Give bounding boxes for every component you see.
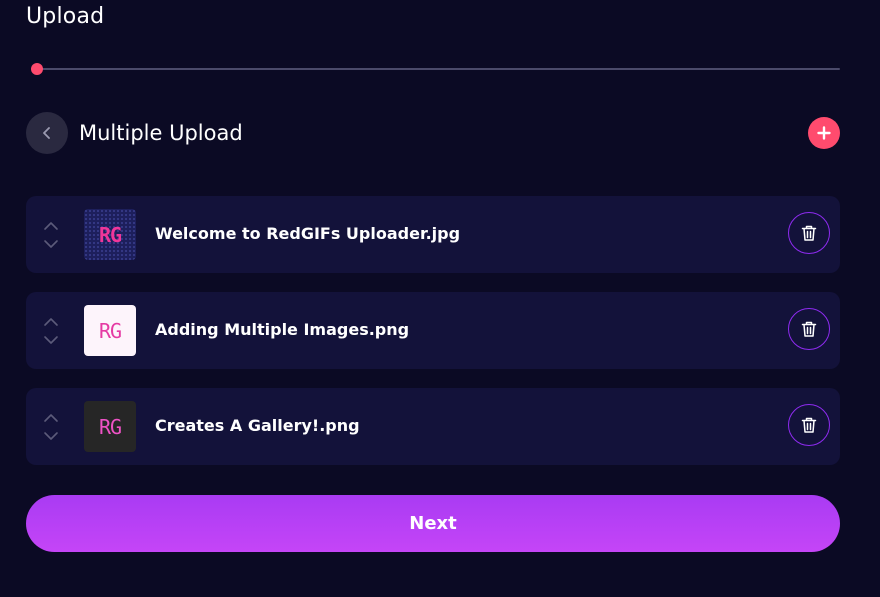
chevron-up-icon[interactable]: [42, 220, 60, 232]
file-name: Welcome to RedGIFs Uploader.jpg: [155, 224, 461, 243]
file-thumbnail: RG: [84, 305, 136, 356]
file-thumbnail: RG: [84, 401, 136, 452]
upload-page: Upload Multiple Upload RG Welcome to Red…: [0, 0, 880, 597]
chevron-down-icon[interactable]: [42, 238, 60, 250]
next-button[interactable]: Next: [26, 495, 840, 552]
reorder-handle: [42, 220, 60, 252]
thumbnail-logo: RG: [98, 222, 122, 247]
file-name: Creates A Gallery!.png: [155, 416, 360, 435]
section-title: Multiple Upload: [79, 121, 243, 145]
delete-file-button[interactable]: [788, 212, 830, 254]
progress-track: [37, 68, 840, 70]
thumbnail-logo: RG: [98, 318, 122, 343]
delete-file-button[interactable]: [788, 308, 830, 350]
trash-icon: [801, 417, 817, 433]
file-name: Adding Multiple Images.png: [155, 320, 410, 339]
progress-step-indicator: [31, 63, 43, 75]
chevron-down-icon[interactable]: [42, 430, 60, 442]
reorder-handle: [42, 316, 60, 348]
delete-file-button[interactable]: [788, 404, 830, 446]
chevron-up-icon[interactable]: [42, 412, 60, 424]
add-file-button[interactable]: [808, 117, 840, 149]
trash-icon: [801, 225, 817, 241]
back-button[interactable]: [26, 112, 68, 154]
page-title: Upload: [26, 4, 105, 29]
plus-icon: [817, 126, 831, 140]
file-thumbnail: RG: [84, 209, 136, 260]
chevron-up-icon[interactable]: [42, 316, 60, 328]
file-row: RG Creates A Gallery!.png: [26, 388, 840, 465]
reorder-handle: [42, 412, 60, 444]
chevron-down-icon[interactable]: [42, 334, 60, 346]
file-row: RG Welcome to RedGIFs Uploader.jpg: [26, 196, 840, 273]
file-list: RG Welcome to RedGIFs Uploader.jpg RG Ad…: [26, 196, 840, 484]
file-row: RG Adding Multiple Images.png: [26, 292, 840, 369]
trash-icon: [801, 321, 817, 337]
thumbnail-logo: RG: [98, 414, 122, 439]
chevron-left-icon: [43, 127, 50, 139]
